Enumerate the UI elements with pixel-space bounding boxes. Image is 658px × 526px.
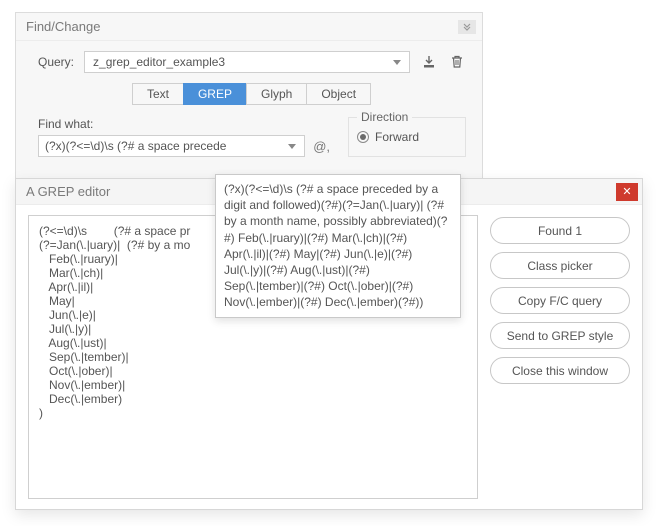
tooltip-text: (?x)(?<=\d)\s (?# a space preceded by a …	[224, 182, 447, 309]
find-what-label: Find what:	[38, 117, 330, 131]
tab-grep[interactable]: GREP	[183, 83, 247, 105]
send-to-style-button[interactable]: Send to GREP style	[490, 322, 630, 349]
direction-forward-label: Forward	[375, 130, 419, 144]
find-what-row: Find what: (?x)(?<=\d)\s (?# a space pre…	[38, 117, 466, 157]
trash-icon[interactable]	[448, 53, 466, 71]
mode-tabs: Text GREP Glyph Object	[38, 83, 466, 105]
direction-label: Direction	[357, 110, 412, 124]
close-icon[interactable]: ✕	[616, 183, 638, 201]
query-row: Query: z_grep_editor_example3	[38, 51, 466, 73]
find-what-input[interactable]: (?x)(?<=\d)\s (?# a space precede	[38, 135, 305, 157]
special-chars-button[interactable]: @,	[313, 139, 330, 154]
class-picker-button[interactable]: Class picker	[490, 252, 630, 279]
tab-glyph[interactable]: Glyph	[246, 83, 307, 105]
query-value: z_grep_editor_example3	[93, 55, 389, 69]
direction-group: Direction Forward	[348, 117, 466, 157]
find-change-titlebar: Find/Change	[16, 13, 482, 41]
query-select[interactable]: z_grep_editor_example3	[84, 51, 410, 73]
copy-query-button[interactable]: Copy F/C query	[490, 287, 630, 314]
chevron-down-icon[interactable]	[288, 144, 296, 149]
tab-object[interactable]: Object	[306, 83, 371, 105]
chevron-down-icon	[393, 60, 401, 65]
grep-editor-buttons: Found 1 Class picker Copy F/C query Send…	[490, 215, 630, 499]
find-what-input-row: (?x)(?<=\d)\s (?# a space precede @,	[38, 135, 330, 157]
find-change-title: Find/Change	[26, 19, 458, 34]
minimize-button[interactable]	[458, 20, 476, 34]
find-change-body: Query: z_grep_editor_example3 Text GREP …	[16, 41, 482, 157]
find-what-column: Find what: (?x)(?<=\d)\s (?# a space pre…	[38, 117, 330, 157]
find-what-tooltip: (?x)(?<=\d)\s (?# a space preceded by a …	[215, 174, 461, 318]
direction-forward-row[interactable]: Forward	[357, 130, 457, 144]
query-label: Query:	[38, 55, 74, 69]
found-button[interactable]: Found 1	[490, 217, 630, 244]
radio-forward[interactable]	[357, 131, 369, 143]
find-what-value: (?x)(?<=\d)\s (?# a space precede	[45, 139, 284, 153]
close-window-button[interactable]: Close this window	[490, 357, 630, 384]
save-query-icon[interactable]	[420, 53, 438, 71]
tab-text[interactable]: Text	[132, 83, 184, 105]
